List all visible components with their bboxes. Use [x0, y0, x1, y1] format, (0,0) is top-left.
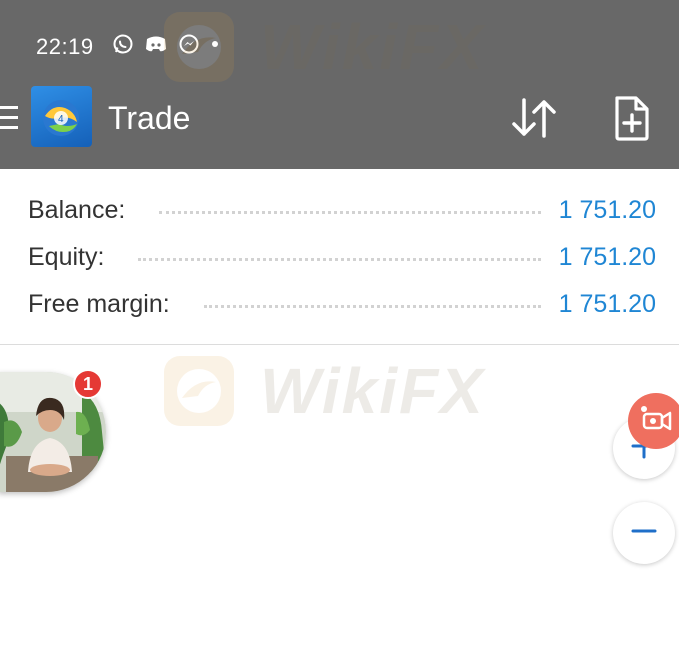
zoom-out-button[interactable]	[613, 502, 675, 564]
messenger-icon	[178, 33, 200, 55]
notification-badge: 1	[73, 369, 103, 399]
free-margin-row: Free margin: 1 751.20	[28, 288, 656, 320]
notification-dot-icon	[212, 41, 218, 47]
watermark-middle: WikiFX	[160, 352, 485, 430]
screen-record-button[interactable]	[628, 393, 679, 449]
equity-label: Equity:	[28, 242, 105, 271]
dotted-leader	[159, 210, 541, 214]
app-header: 22:19 4 Trade	[0, 0, 679, 169]
watermark-text: WikiFX	[260, 355, 485, 427]
dotted-leader	[203, 304, 541, 308]
minus-icon	[630, 517, 658, 550]
free-margin-label: Free margin:	[28, 289, 170, 318]
balance-value: 1 751.20	[558, 195, 656, 224]
new-order-document-icon[interactable]	[610, 95, 654, 141]
equity-row: Equity: 1 751.20	[28, 241, 656, 273]
sort-arrows-icon[interactable]	[510, 96, 558, 140]
status-icons	[112, 33, 218, 55]
whatsapp-icon	[112, 33, 134, 55]
balance-row: Balance: 1 751.20	[28, 194, 656, 226]
status-time: 22:19	[36, 34, 94, 59]
svg-text:4: 4	[58, 114, 64, 125]
discord-icon	[144, 33, 168, 55]
balance-label: Balance:	[28, 195, 126, 224]
metatrader-logo-icon: 4	[31, 86, 92, 147]
page-title: Trade	[108, 100, 191, 136]
dotted-leader	[138, 257, 541, 261]
free-margin-value: 1 751.20	[558, 289, 656, 318]
hamburger-menu-icon[interactable]	[0, 104, 20, 132]
screen-record-icon	[638, 404, 674, 439]
equity-value: 1 751.20	[558, 242, 656, 271]
section-divider	[0, 344, 679, 345]
watermark-logo-icon	[164, 356, 234, 426]
